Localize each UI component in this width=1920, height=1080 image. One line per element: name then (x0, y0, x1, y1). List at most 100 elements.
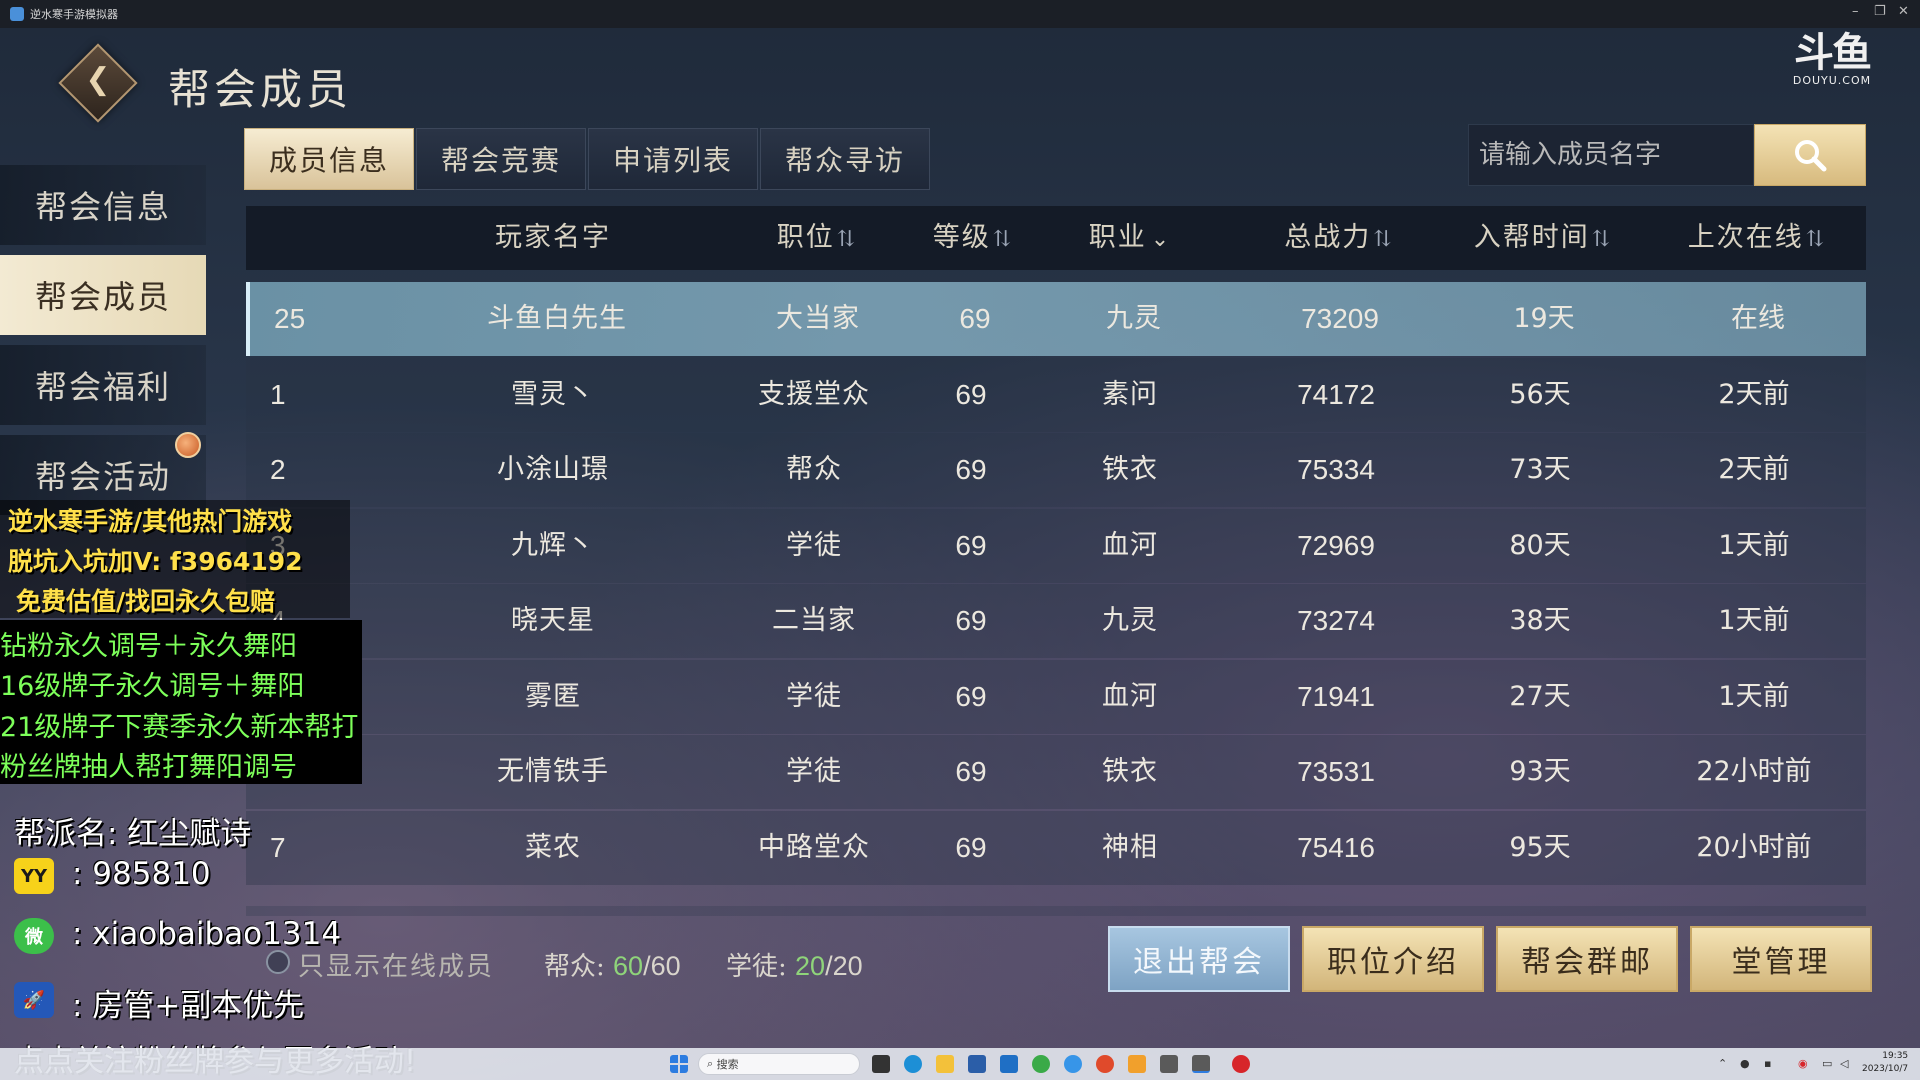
ad-line: 免费估值/找回永久包赔 (16, 587, 276, 616)
tray-volume-icon[interactable]: ◁ (1840, 1057, 1848, 1070)
taskbar-clock[interactable]: 19:35 2023/10/7 (1862, 1050, 1908, 1076)
tab-guild-competition[interactable]: 帮会竞赛 (416, 128, 586, 190)
douyu-logo-sub: DOUYU.COM (1792, 74, 1872, 87)
tray-chevron-icon[interactable]: ⌃ (1718, 1057, 1727, 1070)
row-last-online: 22小时前 (1696, 756, 1812, 787)
guild-mail-button[interactable]: 帮会群邮 (1496, 926, 1678, 992)
row-level: 69 (955, 378, 987, 410)
row-rank: 7 (270, 831, 286, 863)
row-last-online: 20小时前 (1696, 831, 1812, 863)
app-icon-green[interactable] (1032, 1055, 1050, 1073)
sidebar-item-guild-welfare[interactable]: 帮会福利 (0, 345, 206, 425)
tray-mic-icon[interactable]: ● (1740, 1057, 1750, 1070)
member-count-max: /60 (643, 951, 681, 981)
store-icon[interactable] (968, 1055, 986, 1073)
column-header-class[interactable]: 职业 ⌄ (1089, 206, 1171, 270)
restore-icon[interactable]: ❐ (1874, 4, 1886, 19)
row-position: 中路堂众 (758, 831, 870, 863)
table-row[interactable]: 2 小涂山璟 帮众 69 铁衣 75334 73天 2天前 (246, 433, 1866, 507)
app-icon-orange[interactable] (1128, 1055, 1146, 1073)
table-row[interactable]: 4 晓天星 二当家 69 九灵 73274 38天 1天前 (246, 584, 1866, 658)
row-power: 73531 (1297, 756, 1375, 787)
game-app-icon[interactable] (1160, 1055, 1178, 1073)
row-class: 神相 (1102, 831, 1158, 863)
column-header-level[interactable]: 等级⇅ (933, 206, 1012, 270)
edge-browser-icon[interactable] (904, 1055, 922, 1073)
table-row[interactable]: 25 斗鱼白先生 大当家 69 九灵 73209 19天 在线 (246, 282, 1866, 356)
rocket-icon: 🚀 (14, 982, 54, 1018)
row-level: 69 (959, 303, 991, 334)
member-count-current: 60 (613, 951, 644, 981)
member-search-input[interactable] (1468, 124, 1754, 186)
tray-network-icon[interactable]: ▭ (1822, 1057, 1832, 1070)
table-row[interactable]: 1 雪灵丶 支援堂众 69 素问 74172 56天 2天前 (246, 357, 1866, 432)
yy-value: : 985810 (72, 856, 211, 892)
row-class: 血河 (1102, 680, 1158, 712)
row-class: 铁衣 (1102, 454, 1158, 485)
taskbar-search-input[interactable]: ⌕ 搜索 (698, 1053, 860, 1075)
ad-line: 逆水寒手游/其他热门游戏 (8, 507, 293, 536)
column-header-total-power[interactable]: 总战力⇅ (1284, 206, 1392, 270)
column-header-last-online[interactable]: 上次在线⇅ (1688, 206, 1825, 270)
windows-start-icon[interactable] (670, 1055, 688, 1073)
sort-icon: ⇅ (836, 227, 856, 252)
search-button[interactable] (1754, 124, 1866, 186)
tab-application-list[interactable]: 申请列表 (588, 128, 758, 190)
row-position: 学徒 (786, 529, 842, 561)
hall-management-button[interactable]: 堂管理 (1690, 926, 1872, 992)
back-arrow-icon: ❮ (85, 62, 111, 97)
row-player-name: 斗鱼白先生 (487, 303, 627, 334)
row-last-online: 2天前 (1718, 454, 1790, 485)
netease-music-icon[interactable] (1232, 1055, 1250, 1073)
sidebar-item-guild-info[interactable]: 帮会信息 (0, 165, 206, 245)
chrome-icon[interactable] (1096, 1055, 1114, 1073)
row-player-name: 九辉丶 (511, 529, 595, 561)
row-level: 69 (955, 831, 987, 863)
table-row[interactable]: 雾匿 学徒 69 血河 71941 27天 1天前 (246, 659, 1866, 734)
row-position: 学徒 (786, 680, 842, 712)
row-join-time: 19天 (1513, 303, 1575, 334)
minimize-icon[interactable]: – (1852, 4, 1859, 19)
sort-icon: ⇅ (1373, 227, 1392, 252)
taskbar: ⌕ 搜索 ⌃ ● ▪ ◉ ▭ ◁ 19:35 2023/10/7 (0, 1048, 1920, 1080)
ad-line: 21级牌子下赛季永久新本帮打 (0, 712, 359, 743)
row-power: 73274 (1297, 605, 1375, 636)
column-header-join-time[interactable]: 入帮时间⇅ (1474, 206, 1611, 270)
table-row[interactable]: 无情铁手 学徒 69 铁衣 73531 93天 22小时前 (246, 735, 1866, 809)
row-position: 支援堂众 (758, 378, 870, 410)
sidebar-item-guild-members[interactable]: 帮会成员 (0, 255, 206, 335)
task-view-icon[interactable] (872, 1055, 890, 1073)
tray-input-icon[interactable]: ▪ (1764, 1057, 1771, 1070)
app-icon-blue[interactable] (1064, 1055, 1082, 1073)
douyu-logo-mark: 斗鱼 (1794, 30, 1872, 76)
row-level: 69 (955, 680, 987, 712)
column-header-position[interactable]: 职位⇅ (777, 206, 856, 270)
guild-name-line: 帮派名: 红尘赋诗 (14, 816, 252, 852)
online-only-checkbox[interactable] (266, 950, 290, 974)
apprentice-count-current: 20 (795, 951, 826, 981)
tab-member-search[interactable]: 帮众寻访 (760, 128, 930, 190)
tab-member-info[interactable]: 成员信息 (244, 128, 414, 190)
leave-guild-button[interactable]: 退出帮会 (1108, 926, 1290, 992)
tray-app-icon[interactable]: ◉ (1798, 1057, 1808, 1070)
douyu-logo: 斗鱼 DOUYU.COM (1780, 32, 1884, 88)
table-row[interactable]: 7 菜农 中路堂众 69 神相 75416 95天 20小时前 (246, 810, 1866, 885)
window-title: 逆水寒手游模拟器 (30, 8, 118, 21)
sort-icon: ⇅ (992, 227, 1012, 252)
position-intro-button[interactable]: 职位介绍 (1302, 926, 1484, 992)
game-app-active-icon[interactable] (1192, 1055, 1210, 1073)
row-last-online: 2天前 (1718, 378, 1790, 410)
table-row[interactable]: 3 九辉丶 学徒 69 血河 72969 80天 1天前 (246, 508, 1866, 583)
mail-icon[interactable] (1000, 1055, 1018, 1073)
ad-line: 钻粉永久调号＋永久舞阳 (0, 631, 297, 662)
stream-ad-green: 钻粉永久调号＋永久舞阳 16级牌子永久调号＋舞阳 21级牌子下赛季永久新本帮打 … (0, 620, 362, 784)
row-power: 75416 (1297, 831, 1375, 863)
row-last-online: 1天前 (1718, 680, 1790, 712)
row-join-time: 73天 (1509, 454, 1571, 485)
sidebar: 帮会信息 帮会成员 帮会福利 帮会活动 (0, 165, 206, 525)
tab-bar: 成员信息 帮会竞赛 申请列表 帮众寻访 (244, 128, 932, 190)
file-explorer-icon[interactable] (936, 1055, 954, 1073)
close-icon[interactable]: ✕ (1898, 4, 1909, 19)
notification-dot-icon (175, 432, 201, 458)
column-header-player-name[interactable]: 玩家名字 (495, 206, 611, 270)
